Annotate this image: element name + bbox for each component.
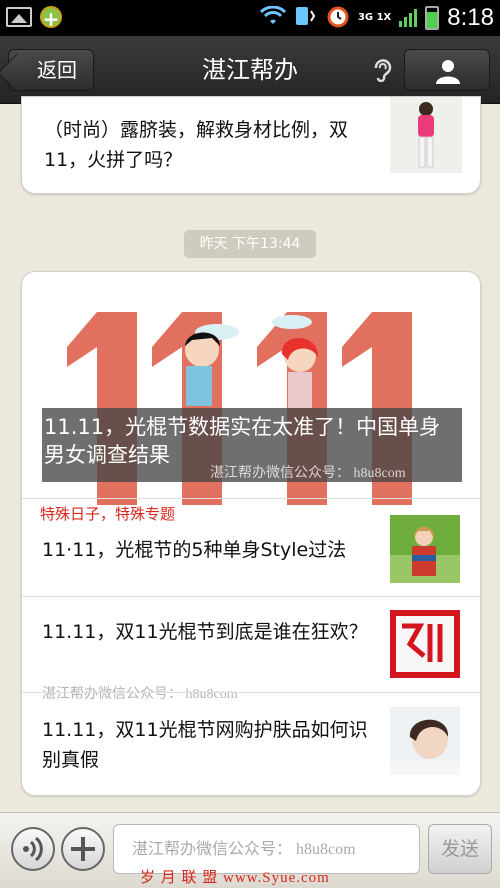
item-thumbnail (390, 707, 460, 775)
footer-watermark: 岁 月 联 盟 www.Syue.com (140, 870, 330, 886)
article-thumbnail (390, 97, 462, 173)
watermark-text: 湛江帮办微信公众号： h8u8com (210, 466, 406, 481)
gallery-notification-icon (6, 7, 32, 27)
voice-input-button[interactable] (11, 827, 55, 871)
status-bar: + 3G 1X 8:18 (0, 0, 500, 36)
vibrate-icon (294, 5, 318, 31)
chat-header: 湛江帮办 返回 (0, 36, 500, 104)
earpiece-mode-icon[interactable] (372, 56, 394, 88)
item-thumbnail (390, 610, 460, 678)
battery-icon (425, 6, 440, 30)
send-button[interactable]: 发送 (428, 824, 492, 874)
item-title: 11·11，光棍节的5种单身Style过法 (42, 539, 347, 561)
profile-button[interactable] (404, 49, 490, 91)
voice-icon (23, 836, 43, 862)
message-timestamp: 昨天 下午13:44 (184, 230, 316, 258)
item-title: 11.11，双11光棍节到底是谁在狂欢？ (42, 621, 368, 643)
news-bundle-card: 11.11，光棍节数据实在太准了！中国单身男女调查结果 湛江帮办微信公众号： h… (21, 271, 481, 796)
network-type-label: 3G 1X (357, 12, 392, 23)
list-item[interactable]: 11.11，双11光棍节到底是谁在狂欢？ 湛江帮办微信公众号： h8u8com (22, 596, 480, 702)
add-attachment-button[interactable] (61, 827, 105, 871)
list-item[interactable]: 11.11，双11光棍节网购护肤品如何识别真假 (22, 692, 480, 795)
article-card[interactable]: （时尚）露脐装，解救身材比例，双11，火拼了吗？ (21, 96, 481, 194)
person-icon (436, 60, 460, 84)
back-button[interactable]: 返回 (8, 49, 94, 91)
wifi-icon (259, 5, 287, 31)
item-thumbnail (390, 515, 460, 583)
item-tag: 特殊日子，特殊专题 (40, 505, 176, 523)
clock-time: 8:18 (447, 4, 494, 31)
list-item[interactable]: 特殊日子，特殊专题 11·11，光棍节的5种单身Style过法 (22, 498, 480, 596)
alarm-clock-icon (326, 4, 350, 33)
plus-notification-icon: + (40, 6, 62, 30)
item-title: 11.11，双11光棍节网购护肤品如何识别真假 (42, 719, 368, 771)
signal-strength-icon (399, 9, 418, 27)
article-title: （时尚）露脐装，解救身材比例，双11，火拼了吗？ (44, 119, 349, 171)
